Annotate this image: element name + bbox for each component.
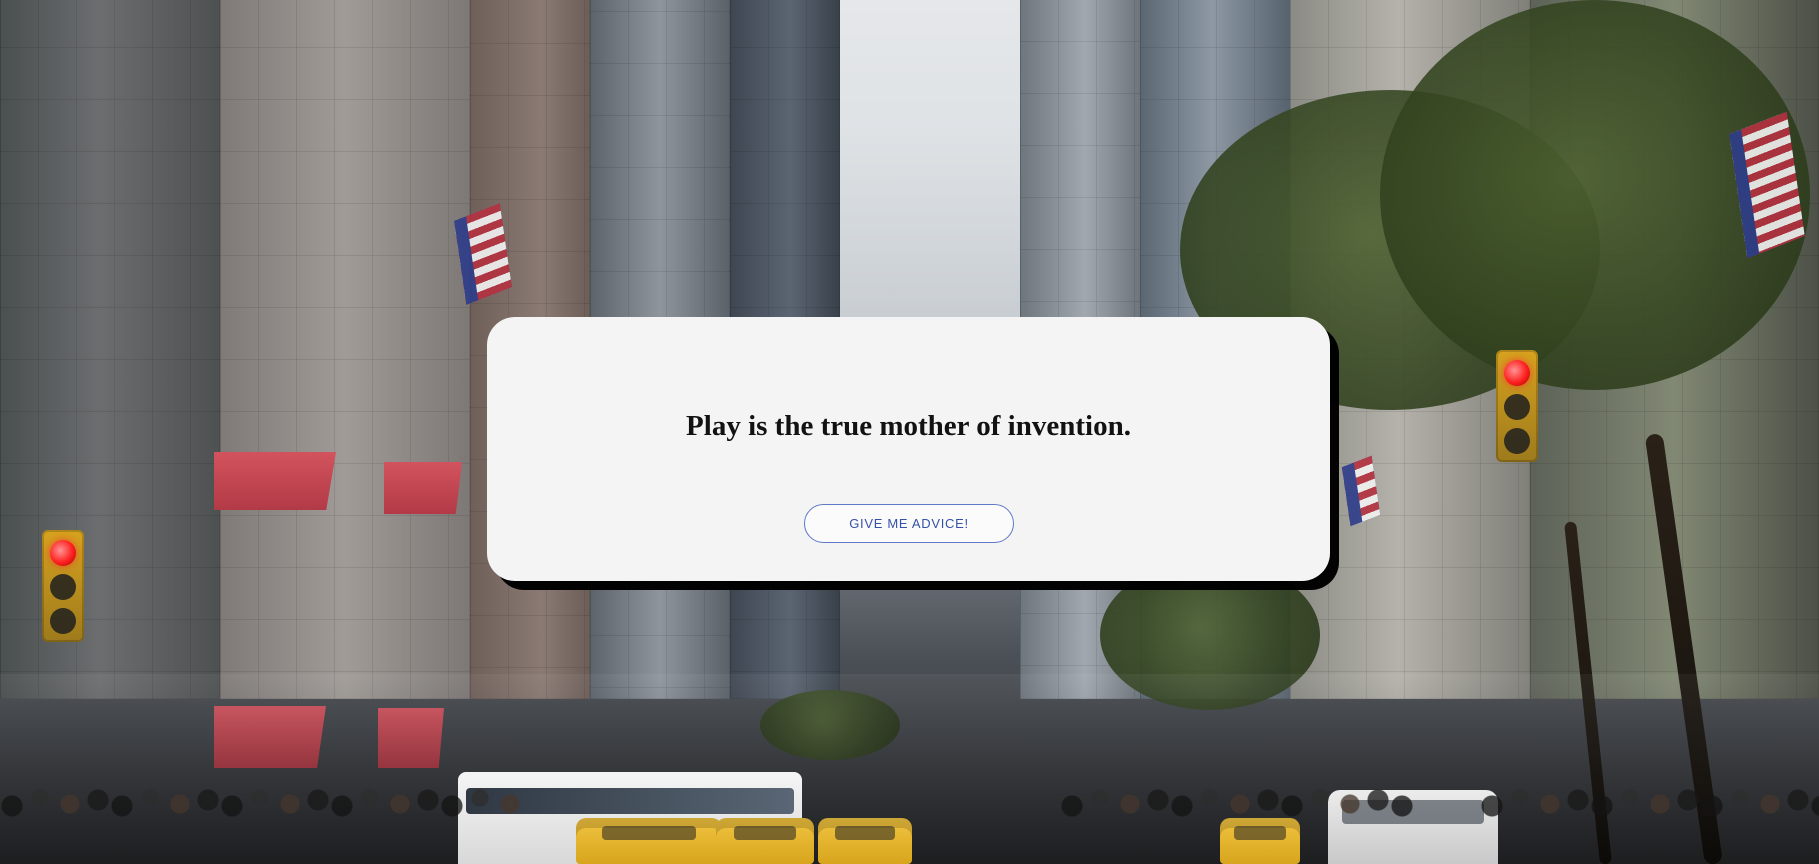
advice-card: Play is the true mother of invention. GI… <box>487 317 1330 581</box>
building-left-1 <box>0 0 220 699</box>
building-windows <box>220 0 470 699</box>
pedestrian-crowd <box>0 788 520 864</box>
storefront-awning <box>384 462 462 514</box>
pedestrian-crowd <box>1060 788 1420 864</box>
taxi-cab <box>576 818 722 864</box>
taxi-cab <box>818 818 912 864</box>
building-left-2 <box>220 0 470 699</box>
advice-quote: Play is the true mother of invention. <box>686 410 1131 442</box>
storefront-awning <box>214 452 336 510</box>
taxi-cab <box>716 818 814 864</box>
traffic-light <box>1496 350 1538 462</box>
building-windows <box>0 0 220 699</box>
pedestrian-crowd <box>1480 788 1819 864</box>
give-advice-button[interactable]: GIVE ME ADVICE! <box>804 504 1014 543</box>
traffic-light <box>42 530 84 642</box>
city-background: Play is the true mother of invention. GI… <box>0 0 1819 864</box>
